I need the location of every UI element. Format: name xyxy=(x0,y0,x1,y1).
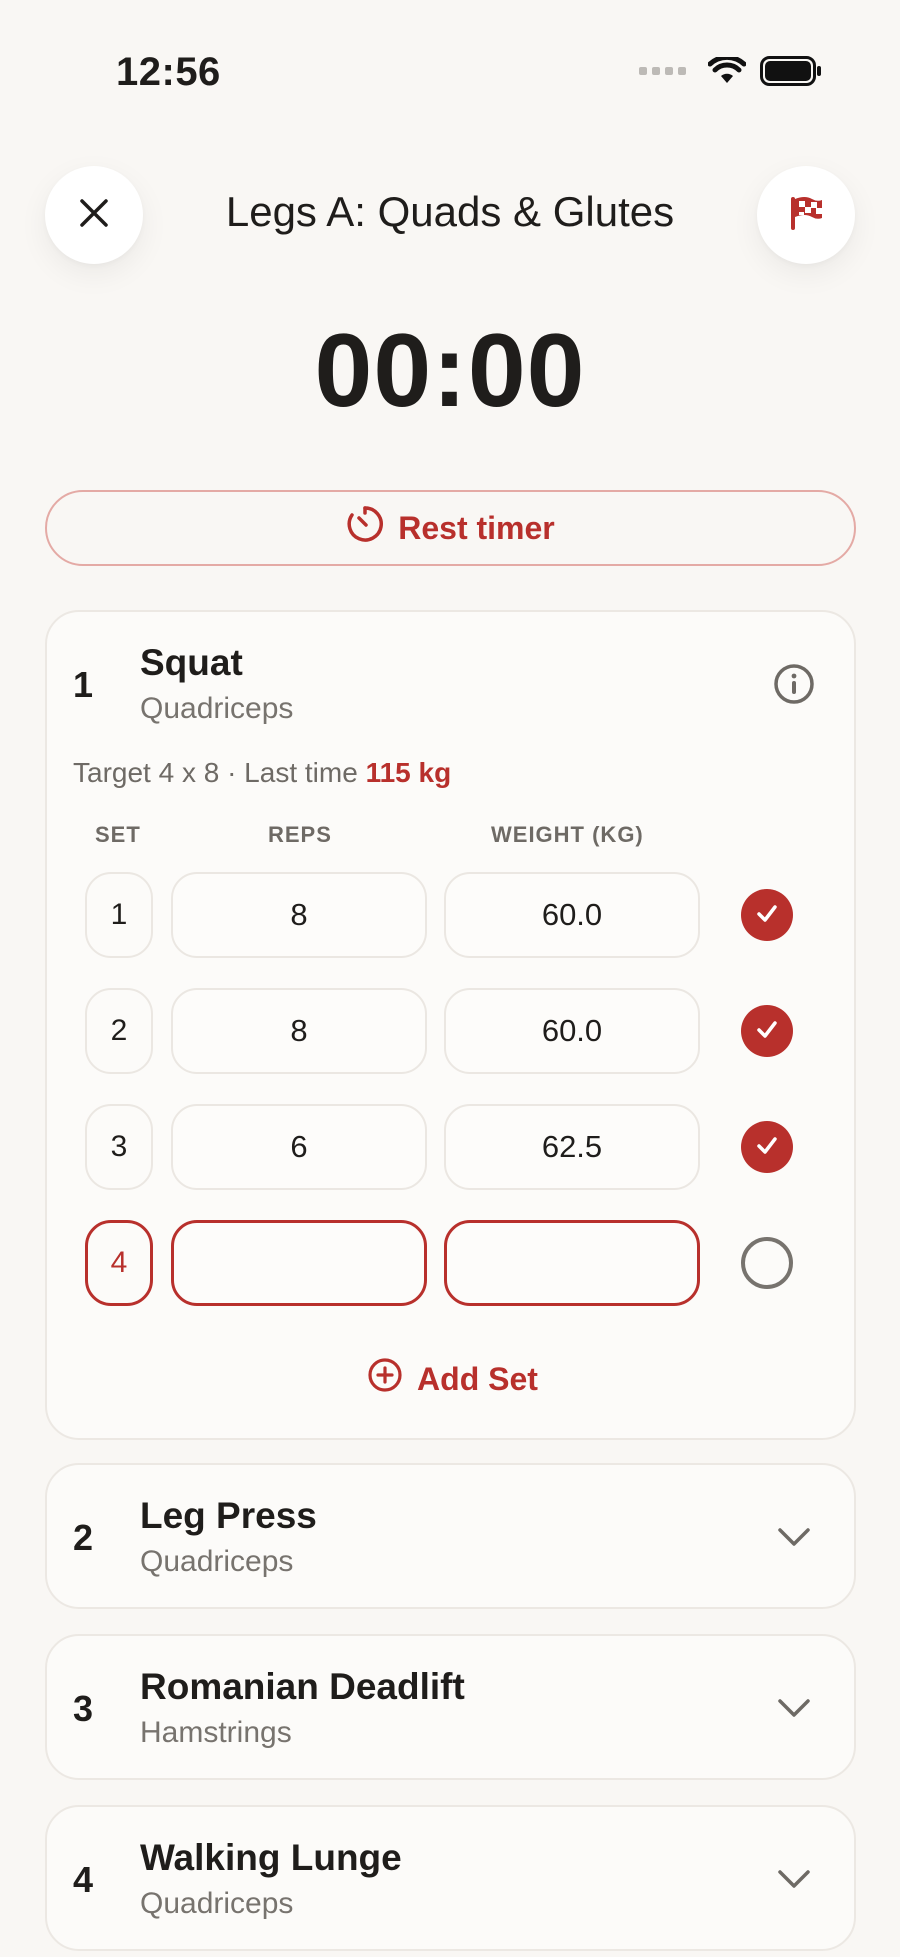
battery-icon xyxy=(760,56,822,86)
exercise-card-squat: 1 Squat Quadriceps Target 4 x 8 · Last t… xyxy=(45,610,856,1440)
chevron-down-icon[interactable] xyxy=(774,1517,814,1562)
wifi-icon xyxy=(708,57,746,85)
reps-input[interactable]: 8 xyxy=(171,988,427,1074)
exercise-number: 4 xyxy=(73,1859,94,1900)
column-header-set: SET xyxy=(95,822,141,847)
set-number[interactable]: 3 xyxy=(85,1104,153,1190)
plus-circle-icon xyxy=(367,1357,403,1401)
set-number[interactable]: 2 xyxy=(85,988,153,1074)
exercise-muscle: Quadriceps xyxy=(140,692,294,725)
workout-timer: 00:00 xyxy=(314,313,586,429)
exercise-name: Walking Lunge xyxy=(140,1837,402,1878)
target-text: Target 4 x 8 · Last time xyxy=(73,757,366,788)
column-header-reps: REPS xyxy=(268,822,332,847)
checkmark-icon xyxy=(753,1015,781,1048)
exercise-muscle: Quadriceps xyxy=(140,1545,294,1578)
chevron-down-icon[interactable] xyxy=(774,1688,814,1733)
weight-input[interactable]: 60.0 xyxy=(444,988,700,1074)
finish-workout-button[interactable] xyxy=(757,166,855,264)
workout-title: Legs A: Quads & Glutes xyxy=(225,188,675,235)
info-icon[interactable] xyxy=(772,662,816,711)
rest-timer-label: Rest timer xyxy=(398,509,555,546)
exercise-card-walking-lunge[interactable]: 4 Walking Lunge Quadriceps xyxy=(45,1805,856,1951)
exercise-number: 3 xyxy=(73,1688,94,1729)
set-row: 1 8 60.0 xyxy=(47,872,858,958)
checkered-flag-icon xyxy=(786,193,826,238)
set-complete-toggle[interactable] xyxy=(741,1005,793,1057)
exercise-muscle: Quadriceps xyxy=(140,1887,294,1920)
exercise-name: Romanian Deadlift xyxy=(140,1666,465,1707)
status-time: 12:56 xyxy=(116,50,221,94)
set-row: 3 6 62.5 xyxy=(47,1104,858,1190)
status-icons xyxy=(639,56,822,86)
exercise-name: Squat xyxy=(140,642,243,683)
last-time-value: 115 kg xyxy=(365,757,452,788)
weight-input[interactable] xyxy=(444,1220,700,1306)
set-complete-toggle[interactable] xyxy=(741,1121,793,1173)
add-set-label: Add Set xyxy=(417,1360,538,1397)
column-header-weight: WEIGHT (KG) xyxy=(491,822,644,847)
rest-timer-button[interactable]: Rest timer xyxy=(45,490,856,566)
exercise-number: 1 xyxy=(73,664,94,705)
status-bar: 12:56 xyxy=(0,0,900,130)
close-button[interactable] xyxy=(45,166,143,264)
chevron-down-icon[interactable] xyxy=(774,1859,814,1904)
weight-input[interactable]: 62.5 xyxy=(444,1104,700,1190)
close-icon xyxy=(77,196,111,235)
checkmark-icon xyxy=(753,899,781,932)
cellular-signal-icon xyxy=(639,67,686,75)
reps-input[interactable] xyxy=(171,1220,427,1306)
set-complete-toggle[interactable] xyxy=(741,889,793,941)
set-number[interactable]: 4 xyxy=(85,1220,153,1306)
exercise-muscle: Hamstrings xyxy=(140,1716,292,1749)
exercise-number: 2 xyxy=(73,1517,94,1558)
checkmark-icon xyxy=(753,1131,781,1164)
stopwatch-icon xyxy=(346,505,384,551)
set-row: 2 8 60.0 xyxy=(47,988,858,1074)
weight-input[interactable]: 60.0 xyxy=(444,872,700,958)
target-info: Target 4 x 8 · Last time 115 kg xyxy=(73,757,451,789)
reps-input[interactable]: 8 xyxy=(171,872,427,958)
exercise-card-leg-press[interactable]: 2 Leg Press Quadriceps xyxy=(45,1463,856,1609)
set-number[interactable]: 1 xyxy=(85,872,153,958)
add-set-button[interactable]: Add Set xyxy=(47,1357,858,1401)
reps-input[interactable]: 6 xyxy=(171,1104,427,1190)
set-complete-toggle[interactable] xyxy=(741,1237,793,1289)
exercise-name: Leg Press xyxy=(140,1495,317,1536)
exercise-card-romanian-deadlift[interactable]: 3 Romanian Deadlift Hamstrings xyxy=(45,1634,856,1780)
set-row-active: 4 xyxy=(47,1220,858,1306)
